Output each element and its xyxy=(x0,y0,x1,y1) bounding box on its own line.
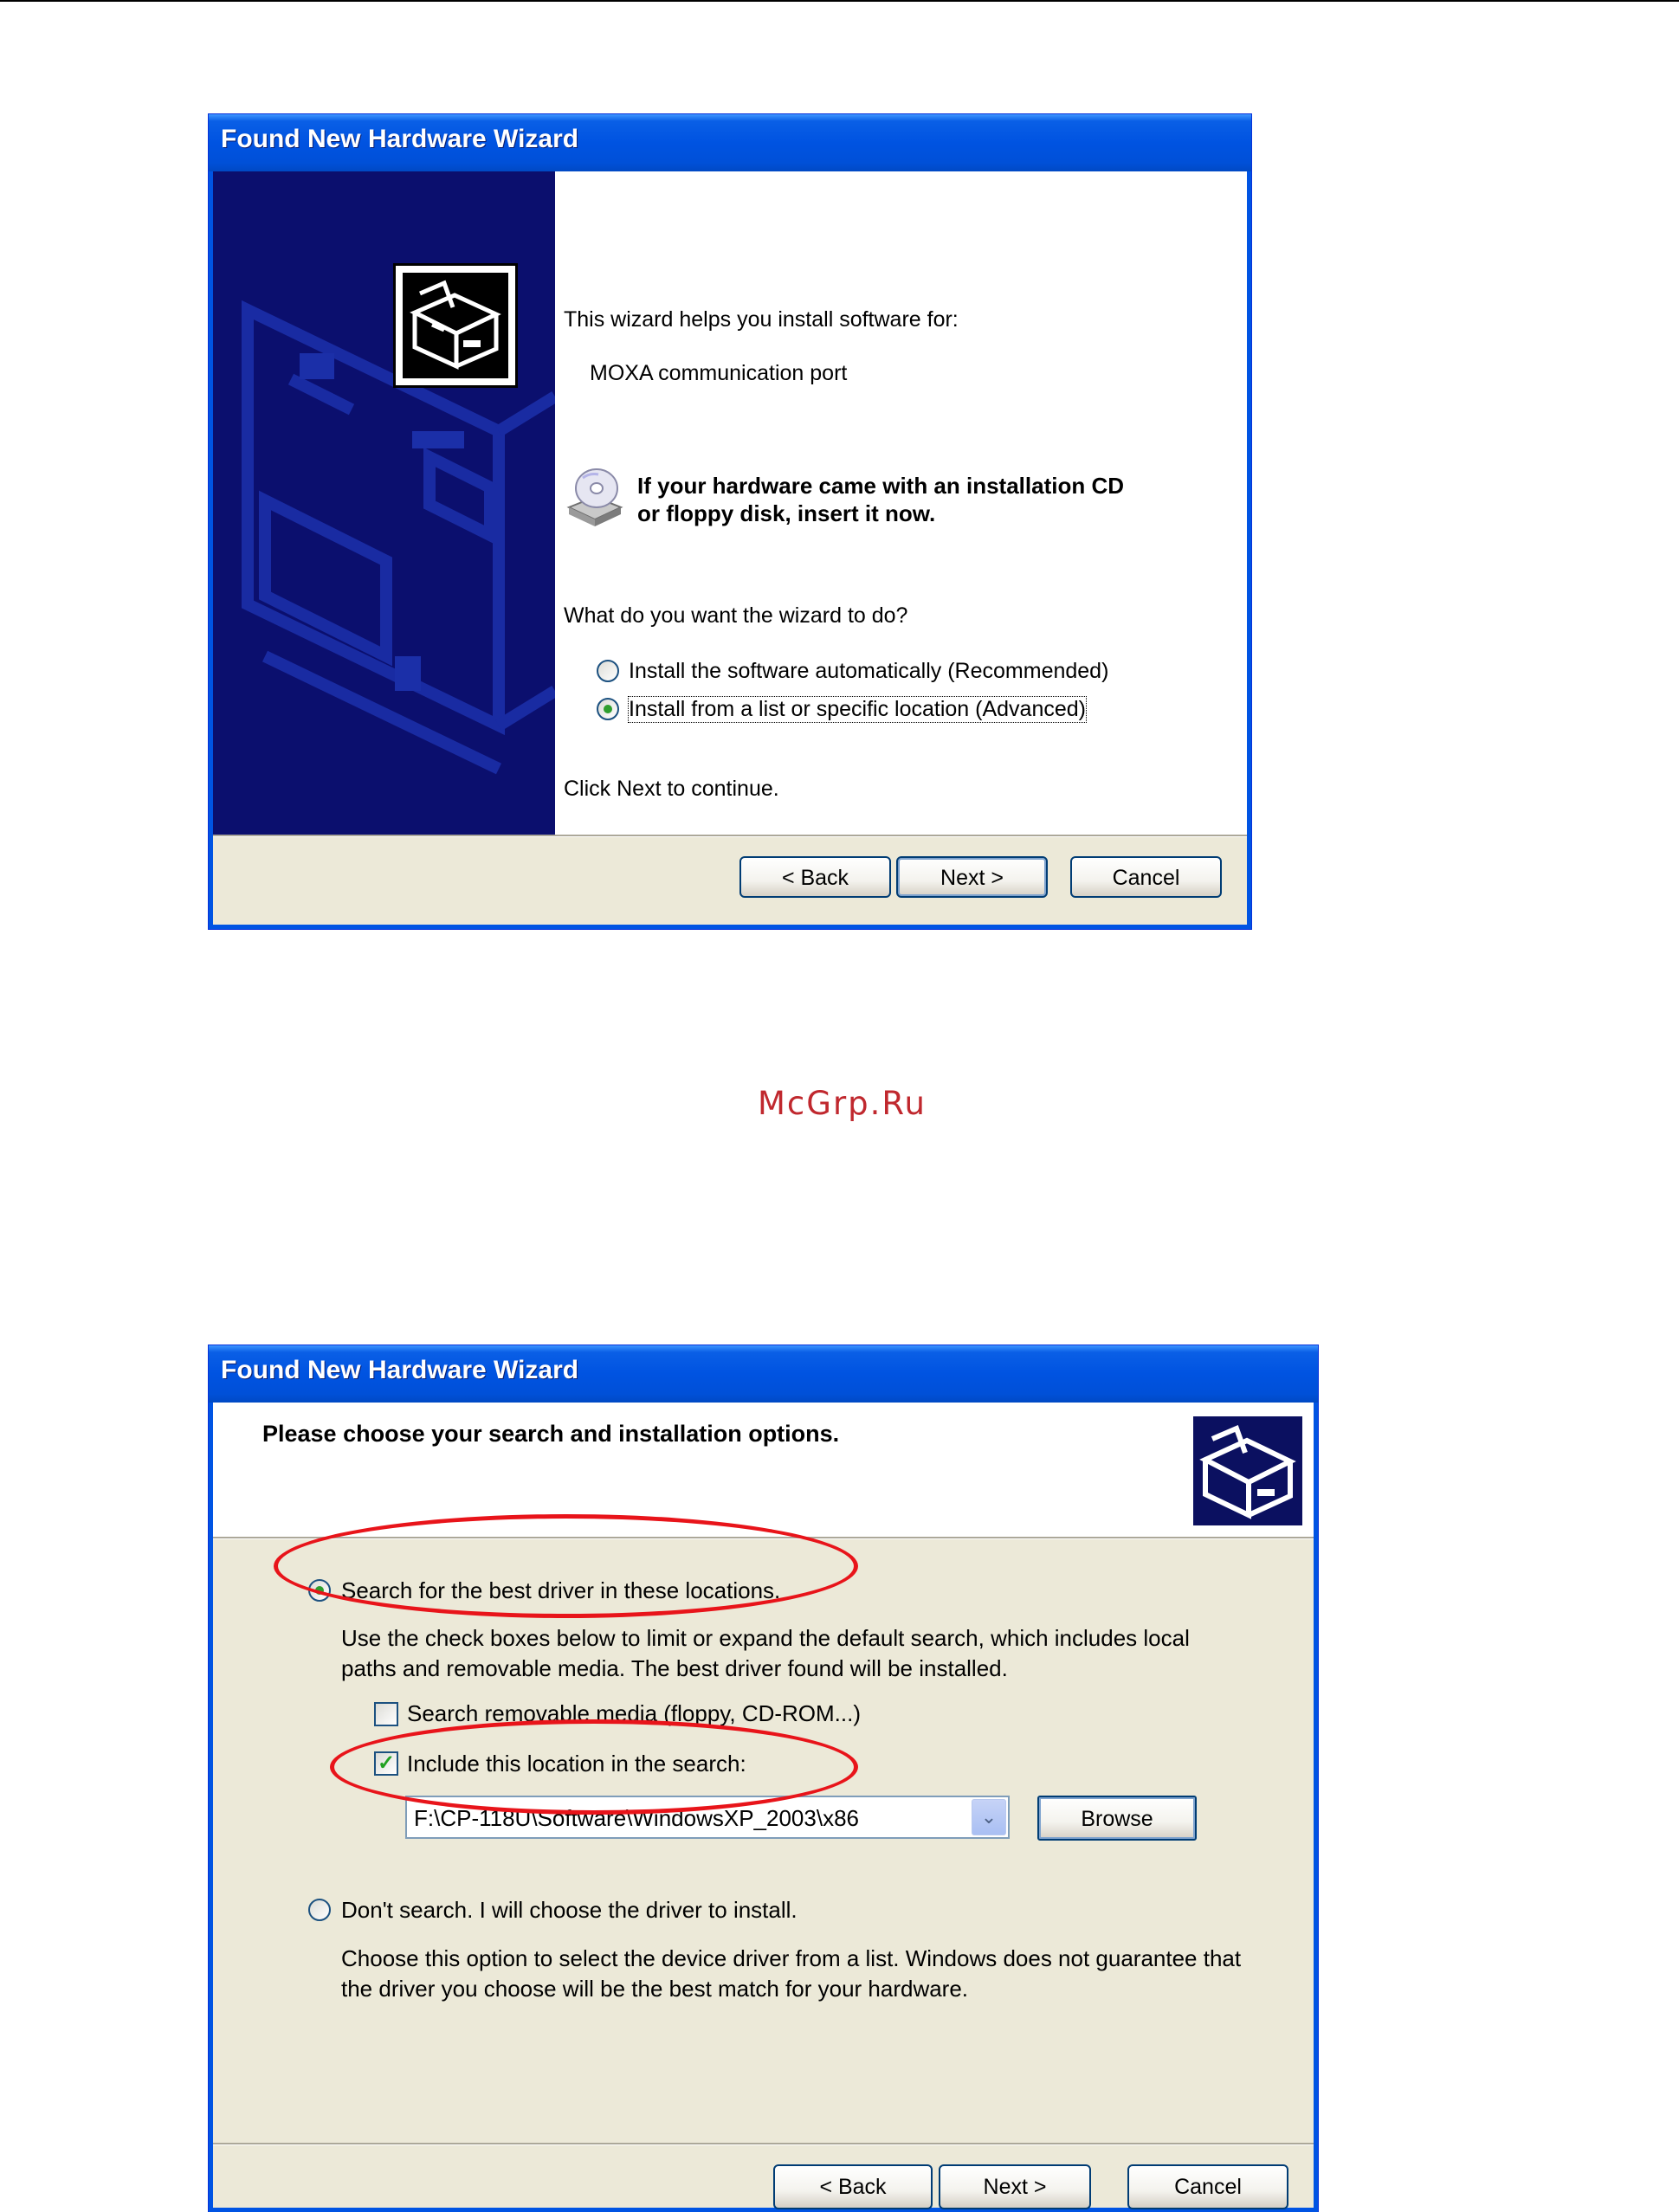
next-button[interactable]: Next > xyxy=(939,2164,1091,2209)
dialog-client-area: This wizard helps you install software f… xyxy=(213,171,1247,925)
hardware-box-icon xyxy=(1193,1416,1302,1525)
checkbox-include-location[interactable]: ✓ xyxy=(374,1751,398,1776)
dont-search-description-line2: the driver you choose will be the best m… xyxy=(341,1976,969,2002)
check-removable-label[interactable]: Search removable media (floppy, CD-ROM..… xyxy=(407,1700,861,1727)
dont-search-description-line1: Choose this option to select the device … xyxy=(341,1945,1242,1971)
cd-drive-icon xyxy=(566,468,623,526)
next-button[interactable]: Next > xyxy=(896,856,1048,898)
title-bar[interactable]: Found New Hardware Wizard xyxy=(209,114,1251,171)
cd-hint-line2: or floppy disk, insert it now. xyxy=(637,500,936,526)
header-separator xyxy=(213,1537,1314,1539)
wizard-question: What do you want the wizard to do? xyxy=(564,603,908,628)
window-title: Found New Hardware Wizard xyxy=(221,1356,579,1384)
radio-dont-search[interactable] xyxy=(308,1899,331,1921)
wizard-dialog-search-options: Found New Hardware Wizard Please choose … xyxy=(208,1345,1319,2212)
cd-hint-line1: If your hardware came with an installati… xyxy=(637,473,1125,499)
device-name: MOXA communication port xyxy=(590,361,848,385)
location-path-value: F:\CP-118U\Software\WindowsXP_2003\x86 xyxy=(414,1805,859,1831)
option-auto-label[interactable]: Install the software automatically (Reco… xyxy=(629,659,1108,684)
location-path-combo[interactable]: F:\CP-118U\Software\WindowsXP_2003\x86 ⌄ xyxy=(405,1796,1010,1839)
window-title: Found New Hardware Wizard xyxy=(221,125,579,153)
browse-button[interactable]: Browse xyxy=(1037,1796,1197,1841)
search-description-line2: paths and removable media. The best driv… xyxy=(341,1655,1008,1681)
cancel-button[interactable]: Cancel xyxy=(1070,856,1222,898)
cancel-button[interactable]: Cancel xyxy=(1127,2164,1288,2209)
intro-text: This wizard helps you install software f… xyxy=(564,307,959,332)
back-button[interactable]: < Back xyxy=(739,856,891,898)
page-top-rule xyxy=(0,0,1679,2)
footer-separator xyxy=(213,835,1247,837)
page-heading: Please choose your search and installati… xyxy=(262,1421,840,1447)
wizard-header: Please choose your search and installati… xyxy=(213,1403,1314,1537)
search-description-line1: Use the check boxes below to limit or ex… xyxy=(341,1625,1190,1651)
wizard-content-panel: This wizard helps you install software f… xyxy=(555,171,1247,835)
chevron-down-icon[interactable]: ⌄ xyxy=(972,1799,1006,1835)
wizard-side-banner xyxy=(213,171,555,835)
footer-separator xyxy=(213,2143,1314,2145)
wizard-dialog-welcome: Found New Hardware Wizard This wizard he… xyxy=(208,113,1252,930)
checkbox-search-removable[interactable] xyxy=(374,1702,398,1726)
radio-install-advanced[interactable] xyxy=(597,698,619,720)
check-location-label[interactable]: Include this location in the search: xyxy=(407,1751,746,1777)
option-advanced-label[interactable]: Install from a list or specific location… xyxy=(628,696,1087,723)
hardware-box-icon xyxy=(393,263,518,388)
continue-hint: Click Next to continue. xyxy=(564,777,779,801)
radio-install-automatic[interactable] xyxy=(597,660,619,682)
option-search-label[interactable]: Search for the best driver in these loca… xyxy=(341,1577,780,1604)
option-dont-search-label[interactable]: Don't search. I will choose the driver t… xyxy=(341,1897,798,1924)
radio-search-best-driver[interactable] xyxy=(308,1579,331,1602)
watermark-text: McGrp.Ru xyxy=(758,1085,927,1122)
dialog-client-area: Please choose your search and installati… xyxy=(213,1403,1314,2209)
back-button[interactable]: < Back xyxy=(773,2164,933,2209)
title-bar[interactable]: Found New Hardware Wizard xyxy=(209,1345,1318,1403)
